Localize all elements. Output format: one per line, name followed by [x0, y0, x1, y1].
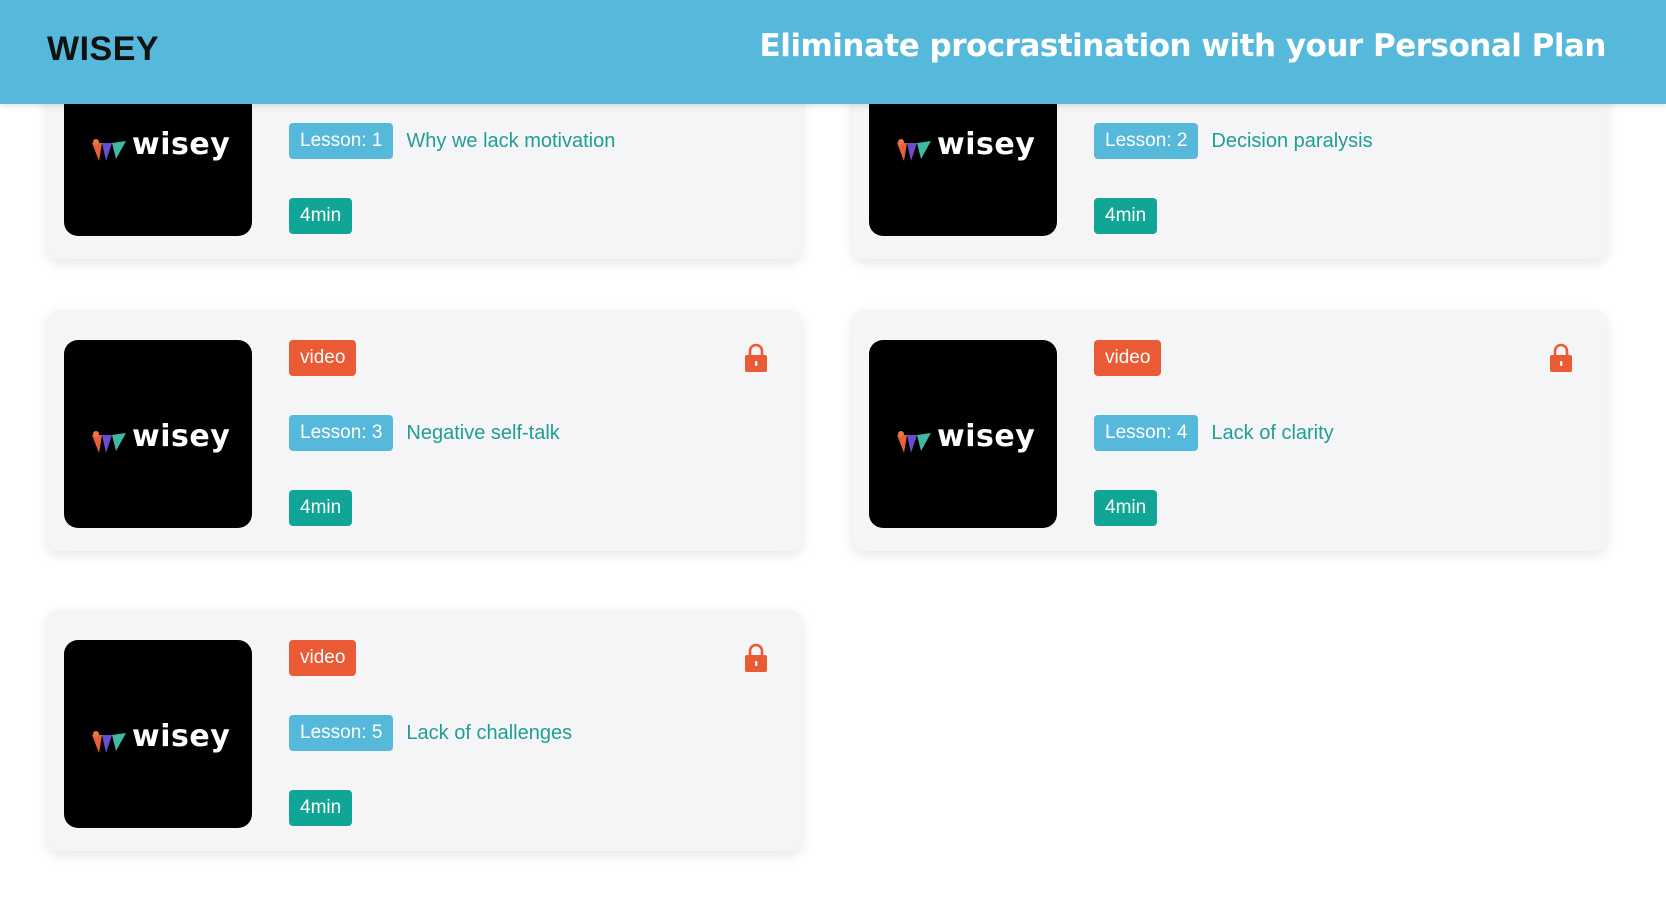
duration-badge: 4min: [289, 198, 353, 234]
duration-badge: 4min: [1094, 490, 1158, 526]
lesson-number-badge: Lesson: 3: [289, 415, 394, 451]
lesson-thumbnail: wisey: [64, 640, 252, 828]
lesson-card-3[interactable]: wisey video Lesson: 3 Negative self-talk…: [47, 310, 802, 551]
lesson-row: Lesson: 2 Decision paralysis: [1094, 123, 1373, 159]
lesson-title[interactable]: Lack of challenges: [406, 722, 572, 745]
wisey-logo-icon: [92, 431, 126, 453]
brand-logo[interactable]: WISEY: [47, 30, 159, 69]
lesson-number-badge: Lesson: 2: [1094, 123, 1199, 159]
top-header: WISEY Eliminate procrastination with you…: [0, 0, 1666, 104]
wisey-logo-icon: [92, 139, 126, 161]
page-headline: Eliminate procrastination with your Pers…: [759, 28, 1607, 64]
video-badge: video: [289, 340, 357, 376]
wisey-logo-icon: [92, 731, 126, 753]
lesson-title[interactable]: Negative self-talk: [406, 422, 559, 445]
thumbnail-brand-text: wisey: [937, 127, 1036, 162]
lesson-number-badge: Lesson: 1: [289, 123, 394, 159]
duration-badge: 4min: [289, 490, 353, 526]
lesson-thumbnail: wisey: [64, 340, 252, 528]
lesson-card-4[interactable]: wisey video Lesson: 4 Lack of clarity 4m…: [852, 310, 1607, 551]
thumbnail-brand-text: wisey: [132, 719, 231, 754]
lesson-title[interactable]: Why we lack motivation: [406, 130, 615, 153]
lesson-row: Lesson: 4 Lack of clarity: [1094, 415, 1334, 451]
lesson-row: Lesson: 3 Negative self-talk: [289, 415, 560, 451]
lesson-thumbnail: wisey: [869, 340, 1057, 528]
thumbnail-brand-text: wisey: [132, 419, 231, 454]
lesson-number-badge: Lesson: 5: [289, 715, 394, 751]
video-badge: video: [289, 640, 357, 676]
lesson-title[interactable]: Decision paralysis: [1211, 130, 1372, 153]
duration-badge: 4min: [1094, 198, 1158, 234]
lesson-title[interactable]: Lack of clarity: [1211, 422, 1333, 445]
duration-badge: 4min: [289, 790, 353, 826]
lesson-row: Lesson: 5 Lack of challenges: [289, 715, 572, 751]
lock-icon: [745, 643, 767, 672]
thumbnail-brand-text: wisey: [132, 127, 231, 162]
thumbnail-brand-text: wisey: [937, 419, 1036, 454]
video-badge: video: [1094, 340, 1162, 376]
lesson-number-badge: Lesson: 4: [1094, 415, 1199, 451]
wisey-logo-icon: [897, 139, 931, 161]
lesson-card-5[interactable]: wisey video Lesson: 5 Lack of challenges…: [47, 610, 802, 851]
wisey-logo-icon: [897, 431, 931, 453]
lesson-row: Lesson: 1 Why we lack motivation: [289, 123, 615, 159]
lesson-grid: wisey video Lesson: 1 Why we lack motiva…: [0, 0, 1666, 912]
lock-icon: [1550, 343, 1572, 372]
lock-icon: [745, 343, 767, 372]
